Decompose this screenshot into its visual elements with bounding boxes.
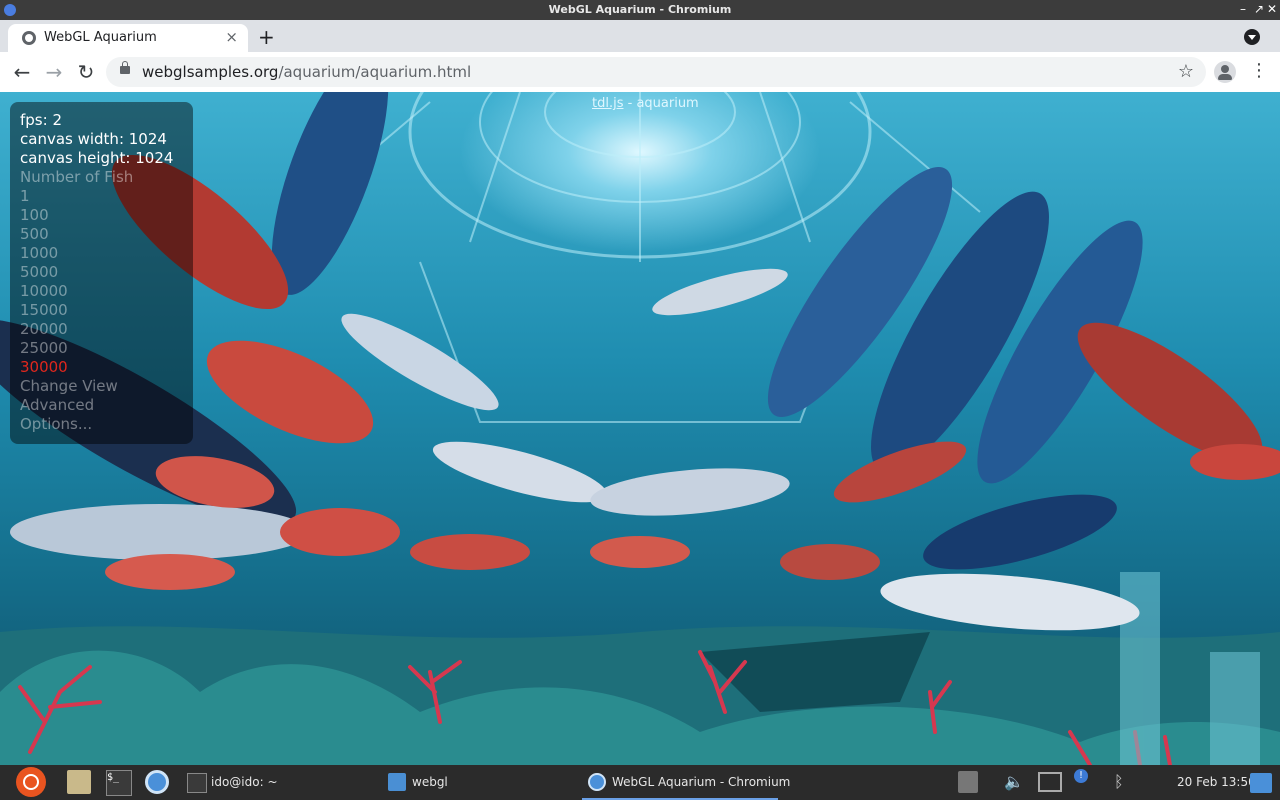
- fish-option-15000[interactable]: 15000: [20, 301, 68, 320]
- back-icon[interactable]: ←: [10, 60, 34, 84]
- fish-option-30000[interactable]: 30000: [20, 358, 68, 377]
- eject-icon[interactable]: [958, 771, 978, 793]
- credit-suffix: - aquarium: [623, 96, 699, 111]
- taskbar: $_ ido@ido: ~ webgl WebGL Aquarium - Chr…: [0, 765, 1280, 800]
- fish-option-1000[interactable]: 1000: [20, 244, 58, 263]
- advanced-button[interactable]: Advanced: [20, 396, 94, 415]
- show-desktop-icon[interactable]: [1250, 773, 1272, 793]
- task-folder[interactable]: webgl: [388, 765, 558, 798]
- maximize-icon[interactable]: ↗: [1254, 2, 1264, 16]
- fps-readout: fps: 2: [20, 111, 62, 129]
- lock-icon[interactable]: [120, 61, 130, 74]
- task-chromium[interactable]: WebGL Aquarium - Chromium: [582, 765, 790, 800]
- fish-option-1[interactable]: 1: [20, 187, 30, 206]
- tdl-link[interactable]: tdl.js: [592, 96, 623, 111]
- fish-option-25000[interactable]: 25000: [20, 339, 68, 358]
- number-of-fish-label: Number of Fish: [20, 168, 134, 186]
- canvas-width-readout: canvas width: 1024: [20, 130, 167, 148]
- volume-icon[interactable]: 🔈: [1004, 772, 1024, 791]
- chromium-launcher-icon[interactable]: [145, 770, 169, 794]
- folder-icon: [388, 773, 406, 791]
- bluetooth-icon[interactable]: ᛒ: [1114, 772, 1124, 791]
- fish-option-20000[interactable]: 20000: [20, 320, 68, 339]
- change-view-button[interactable]: Change View: [20, 377, 118, 396]
- task-chromium-label: WebGL Aquarium - Chromium: [612, 775, 791, 789]
- fish-option-5000[interactable]: 5000: [20, 263, 58, 282]
- task-folder-label: webgl: [412, 775, 448, 789]
- aquarium-canvas[interactable]: tdl.js - aquarium fps: 2 canvas width: 1…: [0, 92, 1280, 765]
- fish-option-10000[interactable]: 10000: [20, 282, 68, 301]
- fish-option-500[interactable]: 500: [20, 225, 49, 244]
- chromium-icon: [588, 773, 606, 791]
- credit-text: tdl.js - aquarium: [592, 96, 699, 111]
- options-button[interactable]: Options...: [20, 415, 92, 434]
- tab-title: WebGL Aquarium: [44, 30, 157, 45]
- new-tab-button[interactable]: +: [258, 23, 275, 51]
- terminal-launcher-icon[interactable]: $_: [106, 770, 132, 796]
- hud-panel: fps: 2 canvas width: 1024 canvas height:…: [10, 102, 193, 444]
- browser-toolbar: ← → ↻ webglsamples.org/aquarium/aquarium…: [0, 52, 1280, 93]
- profile-avatar-icon[interactable]: [1214, 61, 1236, 83]
- bookmark-star-icon[interactable]: ☆: [1178, 61, 1194, 82]
- tab-webgl-aquarium[interactable]: WebGL Aquarium ×: [8, 24, 248, 52]
- url-host: webglsamples.org: [142, 63, 279, 81]
- url-text[interactable]: webglsamples.org/aquarium/aquarium.html: [142, 63, 471, 81]
- address-bar[interactable]: webglsamples.org/aquarium/aquarium.html …: [106, 57, 1206, 87]
- url-path: /aquarium/aquarium.html: [278, 63, 472, 81]
- file-manager-icon[interactable]: [67, 770, 91, 794]
- task-terminal[interactable]: ido@ido: ~: [187, 765, 367, 798]
- browser-menu-icon[interactable]: ⋮: [1250, 60, 1268, 81]
- window-title: WebGL Aquarium - Chromium: [548, 3, 732, 16]
- tab-strip: WebGL Aquarium ×: [0, 20, 1280, 52]
- minimize-icon[interactable]: –: [1240, 2, 1246, 16]
- globe-icon: [22, 31, 36, 45]
- close-window-icon[interactable]: ✕: [1267, 2, 1277, 16]
- notification-icon[interactable]: !: [1074, 769, 1088, 783]
- clock[interactable]: 20 Feb 13:50: [1177, 775, 1256, 789]
- fish-option-100[interactable]: 100: [20, 206, 49, 225]
- network-icon[interactable]: [1038, 772, 1062, 792]
- canvas-height-readout: canvas height: 1024: [20, 149, 174, 167]
- tab-close-icon[interactable]: ×: [225, 28, 238, 46]
- window-titlebar: WebGL Aquarium - Chromium – ↗ ✕: [0, 0, 1280, 20]
- ubuntu-menu-icon[interactable]: [16, 767, 46, 797]
- tab-search-icon[interactable]: [1244, 29, 1260, 45]
- terminal-icon: [187, 773, 207, 793]
- task-terminal-label: ido@ido: ~: [211, 775, 278, 789]
- forward-icon[interactable]: →: [42, 60, 66, 84]
- reload-icon[interactable]: ↻: [74, 60, 98, 84]
